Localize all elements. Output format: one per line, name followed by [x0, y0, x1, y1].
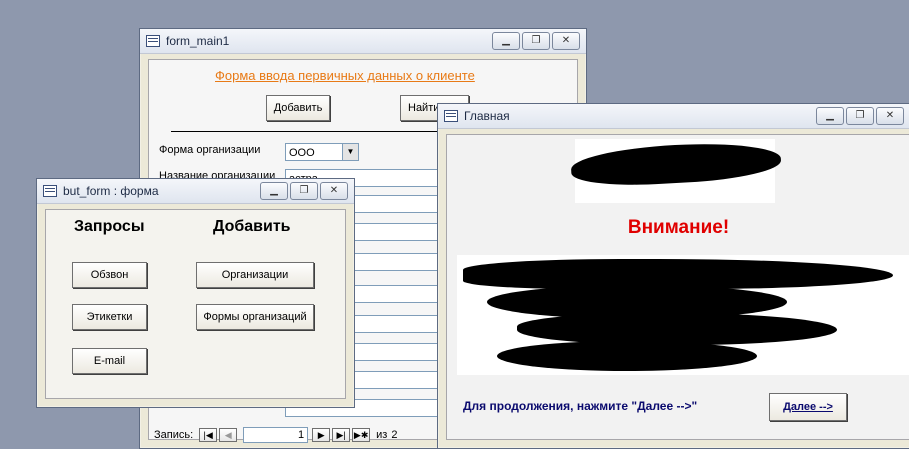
maximize-icon[interactable]: ❐ [846, 107, 874, 125]
warning-heading: Внимание! [627, 217, 730, 238]
next-button[interactable]: Далее --> [769, 393, 847, 421]
form-icon [146, 35, 160, 47]
organizations-button[interactable]: Организации [196, 262, 314, 288]
next-record-icon[interactable]: ▶ [312, 428, 331, 442]
form-icon [444, 110, 458, 122]
window-title: Главная [464, 109, 510, 123]
first-record-icon[interactable]: |◀ [199, 428, 218, 442]
labels-button[interactable]: Этикетки [72, 304, 147, 330]
org-form-combobox[interactable]: ООО ▼ [285, 143, 359, 161]
prev-record-icon[interactable]: ◀ [219, 428, 238, 442]
minimize-icon[interactable]: ▁ [260, 182, 288, 200]
redaction-stroke [463, 259, 893, 289]
redacted-logo-mark [570, 139, 782, 189]
form-heading-link[interactable]: Форма ввода первичных данных о клиенте [215, 68, 475, 83]
window-title: form_main1 [166, 34, 230, 48]
form-icon [43, 185, 57, 197]
email-button[interactable]: E-mail [72, 348, 147, 374]
redaction-stroke [517, 313, 837, 345]
queries-heading: Запросы [74, 218, 145, 235]
record-of-label: из [376, 429, 388, 441]
close-icon[interactable]: ✕ [876, 107, 904, 125]
new-record-icon[interactable]: ▶✱ [352, 428, 371, 442]
continue-text: Для продолжения, нажмите "Далее -->" [463, 399, 698, 413]
minimize-icon[interactable]: ▁ [816, 107, 844, 125]
but-form-client: Запросы Добавить Обзвон Этикетки E-mail … [45, 209, 346, 399]
main-client: Внимание! Для продолжения, нажмите "Дале… [446, 134, 909, 440]
minimize-icon[interactable]: ▁ [492, 32, 520, 50]
window-title: but_form : форма [63, 184, 159, 198]
maximize-icon[interactable]: ❐ [522, 32, 550, 50]
logo-image [570, 139, 782, 203]
redacted-text-block [457, 255, 909, 375]
main-titlebar[interactable]: Главная ▁ ❐ ✕ [438, 104, 909, 129]
but-form-titlebar[interactable]: but_form : форма ▁ ❐ ✕ [37, 179, 354, 204]
record-current-field[interactable]: 1 [243, 427, 309, 443]
obzvon-button[interactable]: Обзвон [72, 262, 147, 288]
org-form-label: Форма организации [159, 144, 261, 156]
record-navigator: Запись: |◀ ◀ 1 ▶ ▶| ▶✱ из 2 [154, 427, 397, 443]
chevron-down-icon[interactable]: ▼ [342, 144, 358, 160]
redaction-stroke [497, 341, 757, 371]
add-button[interactable]: Добавить [266, 95, 330, 121]
main-window: Главная ▁ ❐ ✕ Внимание! Для продолжения,… [437, 103, 909, 449]
but-form-window: but_form : форма ▁ ❐ ✕ Запросы Добавить … [36, 178, 355, 408]
maximize-icon[interactable]: ❐ [290, 182, 318, 200]
record-label: Запись: [154, 429, 194, 441]
last-record-icon[interactable]: ▶| [332, 428, 351, 442]
org-forms-button[interactable]: Формы организаций [196, 304, 314, 330]
close-icon[interactable]: ✕ [552, 32, 580, 50]
org-form-value: ООО [289, 147, 315, 159]
add-heading: Добавить [213, 218, 291, 235]
record-total: 2 [391, 429, 398, 441]
close-icon[interactable]: ✕ [320, 182, 348, 200]
form-main1-titlebar[interactable]: form_main1 ▁ ❐ ✕ [140, 29, 586, 54]
